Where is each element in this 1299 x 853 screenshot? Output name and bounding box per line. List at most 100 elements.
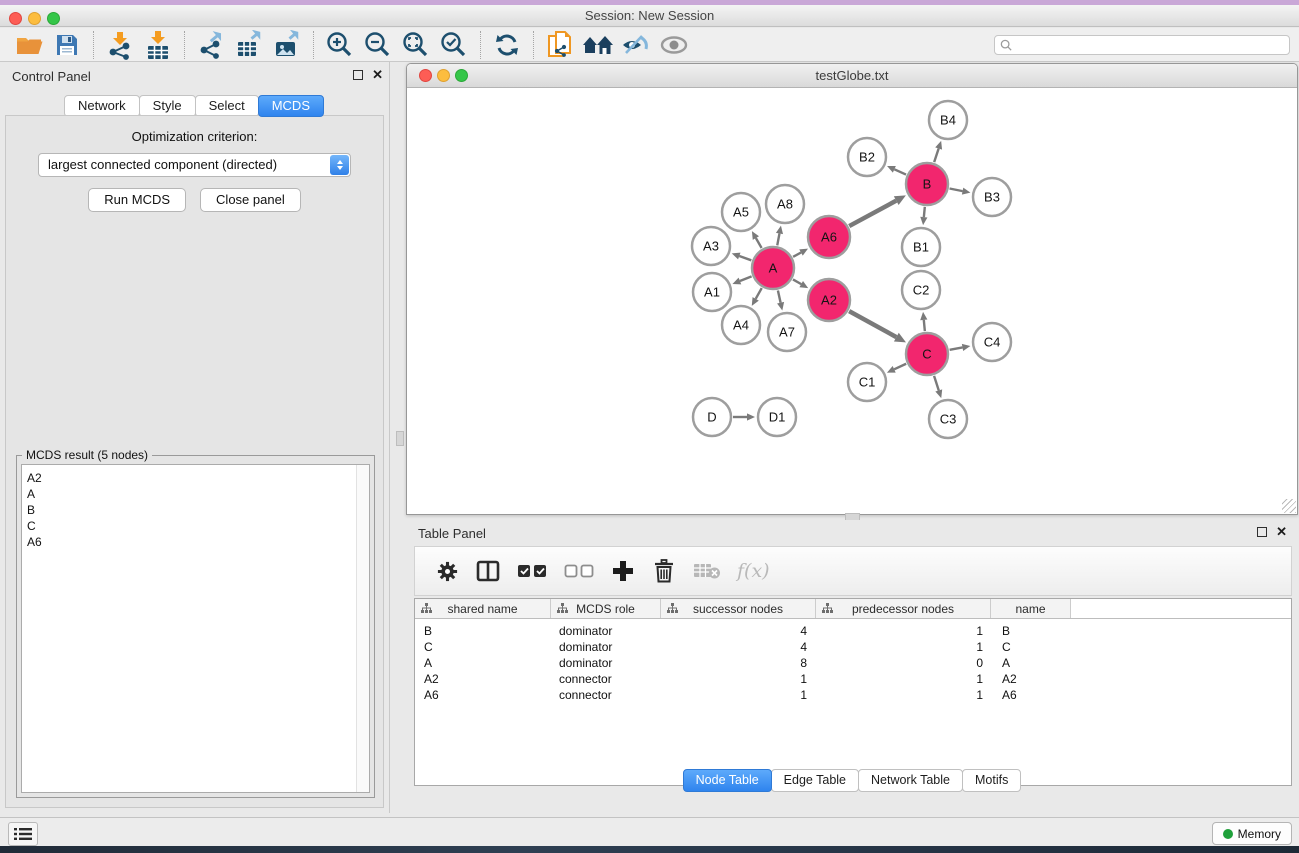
table-cell: connector — [551, 671, 661, 687]
tab-select[interactable]: Select — [195, 95, 259, 117]
mcds-result-legend: MCDS result (5 nodes) — [22, 448, 152, 462]
tab-motifs[interactable]: Motifs — [962, 769, 1021, 792]
graph-edge[interactable] — [950, 189, 963, 192]
export-image-button[interactable] — [268, 30, 306, 60]
tab-style[interactable]: Style — [139, 95, 196, 117]
add-button[interactable] — [610, 558, 636, 584]
graph-edge[interactable] — [756, 238, 762, 248]
save-icon — [54, 32, 80, 58]
eye-button[interactable] — [655, 30, 693, 60]
run-mcds-button[interactable]: Run MCDS — [88, 188, 186, 212]
graph-edge[interactable] — [934, 149, 938, 163]
zoom-out-button[interactable] — [359, 30, 397, 60]
main-toolbar — [0, 28, 1299, 62]
network-canvas[interactable]: B4B2BB3A8A5A6A3B1AC2A1A2A4A7C4CC1C3DD1 — [407, 88, 1297, 514]
import-network-button[interactable] — [101, 30, 139, 60]
close-panel-button[interactable]: Close panel — [200, 188, 301, 212]
column-type-icon — [667, 603, 678, 614]
graph-edge[interactable] — [849, 201, 896, 226]
column-header-mcds-role[interactable]: MCDS role — [551, 599, 661, 618]
gear-button[interactable] — [434, 558, 460, 584]
split-columns-button[interactable] — [475, 558, 501, 584]
memory-label: Memory — [1238, 827, 1281, 841]
table-row[interactable]: A2connector11A2 — [415, 671, 1291, 687]
deselect-all-button[interactable] — [563, 558, 595, 584]
memory-button[interactable]: Memory — [1212, 822, 1292, 845]
float-panel-icon[interactable] — [353, 70, 363, 80]
export-table-button[interactable] — [230, 30, 268, 60]
graph-edge-arrowhead — [747, 413, 755, 420]
mcds-result-item[interactable]: C — [22, 518, 369, 534]
zoom-in-button[interactable] — [321, 30, 359, 60]
function-builder-button[interactable]: f(x) — [737, 560, 770, 582]
zoom-selected-icon — [439, 30, 469, 60]
table-cell: 1 — [816, 671, 991, 687]
close-table-panel-icon[interactable]: ✕ — [1276, 527, 1287, 537]
home-button[interactable] — [579, 30, 617, 60]
mcds-result-item[interactable]: A6 — [22, 534, 369, 550]
criterion-dropdown[interactable]: largest connected component (directed) — [38, 153, 351, 177]
open-session-button[interactable] — [10, 30, 48, 60]
zoom-selected-button[interactable] — [435, 30, 473, 60]
float-table-panel-icon[interactable] — [1257, 527, 1267, 537]
toolbar-separator — [93, 31, 94, 59]
toolbar-separator — [480, 31, 481, 59]
table-row[interactable]: Cdominator41C — [415, 639, 1291, 655]
resize-grip[interactable] — [1282, 499, 1296, 513]
clone-network-button[interactable] — [541, 30, 579, 60]
graph-node-label: B2 — [859, 150, 875, 165]
hide-eye-button[interactable] — [617, 30, 655, 60]
graph-edge[interactable] — [793, 252, 801, 256]
tab-network-table[interactable]: Network Table — [858, 769, 963, 792]
main-titlebar: Session: New Session — [0, 5, 1299, 27]
export-network-icon — [196, 30, 226, 60]
zoom-fit-button[interactable] — [397, 30, 435, 60]
graph-edge[interactable] — [756, 288, 762, 299]
export-network-button[interactable] — [192, 30, 230, 60]
table-row[interactable]: Adominator80A — [415, 655, 1291, 671]
vertical-splitter-handle[interactable] — [396, 431, 404, 446]
graph-edge[interactable] — [924, 207, 925, 217]
tab-network[interactable]: Network — [64, 95, 140, 117]
graph-edge[interactable] — [778, 290, 781, 302]
graph-edge[interactable] — [740, 276, 752, 281]
tab-node-table[interactable]: Node Table — [683, 769, 772, 792]
graph-edge[interactable] — [894, 169, 906, 174]
tab-edge-table[interactable]: Edge Table — [771, 769, 859, 792]
task-history-button[interactable] — [8, 822, 38, 846]
control-panel-title: Control Panel — [12, 69, 91, 84]
delete-table-button[interactable] — [692, 558, 722, 584]
mcds-result-item[interactable]: B — [22, 502, 369, 518]
mcds-result-item[interactable]: A — [22, 486, 369, 502]
graph-edge[interactable] — [849, 311, 896, 337]
graph-node-label: C2 — [913, 283, 930, 298]
graph-edge[interactable] — [739, 256, 751, 260]
import-table-button[interactable] — [139, 30, 177, 60]
mcds-result-scrollbar[interactable] — [356, 465, 369, 792]
status-bar: Memory — [0, 817, 1299, 846]
column-header-shared-name[interactable]: shared name — [415, 599, 551, 618]
control-panel-tabs: Network Style Select MCDS — [0, 95, 389, 117]
save-session-button[interactable] — [48, 30, 86, 60]
mcds-result-item[interactable]: A2 — [22, 470, 369, 486]
tab-mcds[interactable]: MCDS — [258, 95, 324, 117]
column-header-successor-nodes[interactable]: successor nodes — [661, 599, 816, 618]
search-input[interactable] — [1016, 38, 1284, 52]
column-header-name[interactable]: name — [991, 599, 1071, 618]
table-cell: 4 — [661, 639, 816, 655]
column-header-predecessor-nodes[interactable]: predecessor nodes — [816, 599, 991, 618]
graph-edge[interactable] — [950, 347, 963, 349]
select-all-button[interactable] — [516, 558, 548, 584]
table-row[interactable]: A6connector11A6 — [415, 687, 1291, 703]
table-cell: A2 — [991, 671, 1071, 687]
graph-edge[interactable] — [924, 320, 925, 331]
delete-button[interactable] — [651, 558, 677, 584]
graph-edge[interactable] — [777, 233, 779, 245]
table-row[interactable]: Bdominator41B — [415, 623, 1291, 639]
toolbar-separator — [313, 31, 314, 59]
graph-edge[interactable] — [934, 376, 939, 391]
refresh-button[interactable] — [488, 30, 526, 60]
graph-edge[interactable] — [793, 279, 801, 284]
close-panel-icon[interactable]: ✕ — [372, 70, 383, 80]
graph-edge[interactable] — [894, 364, 906, 370]
